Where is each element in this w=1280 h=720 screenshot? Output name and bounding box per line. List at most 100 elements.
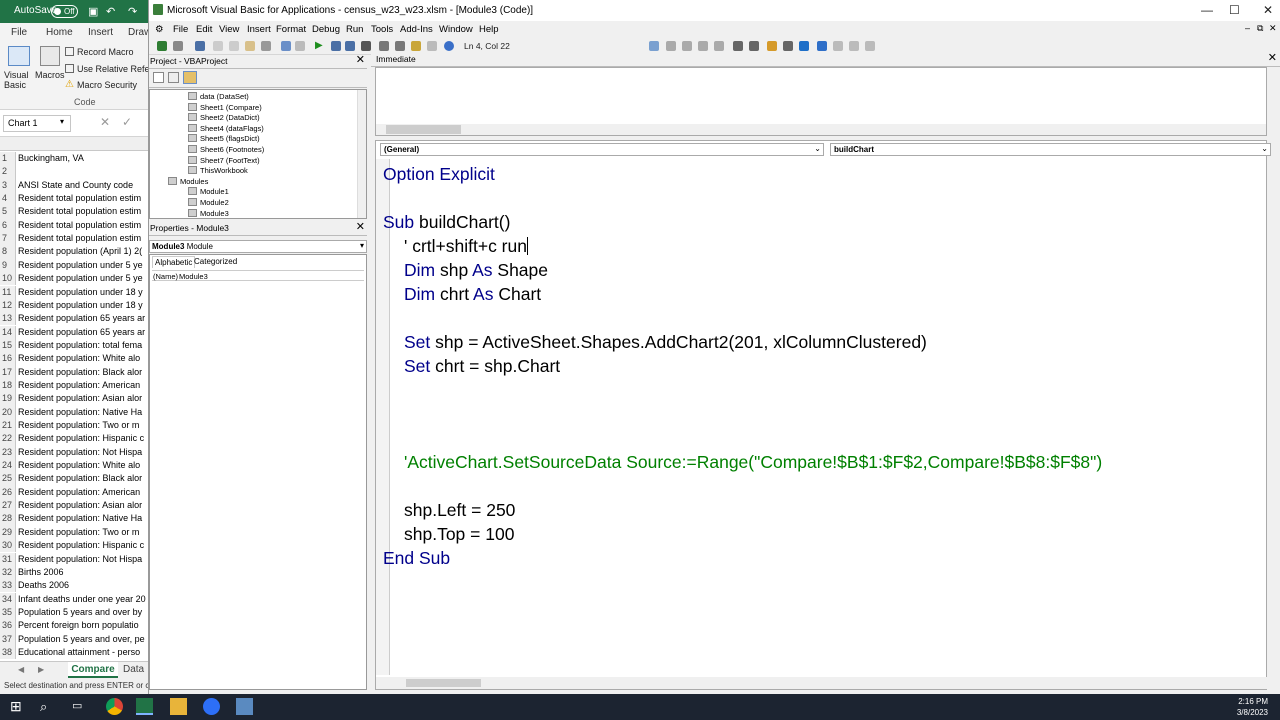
sheet-tab-compare[interactable]: Compare: [68, 662, 118, 678]
worksheet-row[interactable]: 29 Resident population: Two or m: [0, 525, 148, 540]
worksheet-row[interactable]: 5 Resident total population estim: [0, 205, 148, 219]
search-icon[interactable]: ⌕: [40, 698, 57, 715]
object-browser-icon[interactable]: [411, 41, 421, 51]
chevron-down-icon[interactable]: ▾: [360, 241, 364, 250]
cell-a[interactable]: Resident population: Not Hispa: [16, 554, 142, 564]
uncomment-block-icon[interactable]: [799, 41, 809, 51]
worksheet-grid[interactable]: 1 Buckingham, VA 2 3 ANSI State and County c…: [0, 137, 148, 661]
worksheet-row[interactable]: 4 Resident total population estim: [0, 192, 148, 206]
tab-home[interactable]: Home: [46, 27, 73, 38]
cell-a[interactable]: Resident population: Native Ha: [16, 513, 142, 523]
properties-icon[interactable]: [395, 41, 405, 51]
worksheet-row[interactable]: 11 Resident population under 18 y: [0, 285, 148, 299]
comment-block-icon[interactable]: [783, 41, 793, 51]
cell-a[interactable]: Resident population: Native Ha: [16, 407, 142, 417]
tree-scrollbar[interactable]: [357, 90, 366, 218]
tree-node[interactable]: ThisWorkbook: [188, 166, 248, 175]
worksheet-row[interactable]: 31 Resident population: Not Hispa: [0, 552, 148, 566]
view-excel-icon[interactable]: [157, 41, 167, 51]
maximize-icon[interactable]: ☐: [1229, 3, 1240, 17]
worksheet-row[interactable]: 36 Percent foreign born populatio: [0, 619, 148, 633]
worksheet-row[interactable]: 12 Resident population under 18 y: [0, 298, 148, 313]
worksheet-row[interactable]: 9 Resident population under 5 ye: [0, 258, 148, 273]
save-icon[interactable]: ▣: [88, 5, 98, 18]
paste-icon[interactable]: [245, 41, 255, 51]
cell-a[interactable]: Resident population: White alo: [16, 460, 140, 470]
code-vscrollbar[interactable]: [1267, 158, 1279, 678]
file-explorer-icon[interactable]: [170, 698, 187, 715]
code-line[interactable]: Option Explicit: [383, 162, 495, 186]
worksheet-row[interactable]: 15 Resident population: total fema: [0, 338, 148, 353]
visual-basic-icon[interactable]: [8, 46, 30, 66]
worksheet-row[interactable]: 35 Population 5 years and over by: [0, 605, 148, 620]
macros-button[interactable]: Macros: [35, 70, 65, 80]
worksheet-row[interactable]: 3 ANSI State and County code: [0, 178, 148, 192]
worksheet-row[interactable]: 17 Resident population: Black alor: [0, 365, 148, 379]
cancel-icon[interactable]: ✕: [100, 115, 110, 129]
zoom-icon[interactable]: [203, 698, 220, 715]
tree-node[interactable]: Sheet7 (FootText): [188, 155, 260, 165]
worksheet-row[interactable]: 22 Resident population: Hispanic c: [0, 432, 148, 446]
project-explorer-icon[interactable]: [379, 41, 389, 51]
worksheet-row[interactable]: 13 Resident population 65 years ar: [0, 312, 148, 326]
cell-a[interactable]: Educational attainment - perso: [16, 647, 140, 657]
prop-row-name[interactable]: (Name) Module3: [152, 270, 364, 281]
cell-a[interactable]: Infant deaths under one year 20: [16, 594, 146, 604]
view-object-icon[interactable]: [168, 72, 179, 83]
cell-a[interactable]: Resident population 65 years ar: [16, 313, 145, 323]
code-line[interactable]: shp.Top = 100: [404, 522, 514, 546]
cell-a[interactable]: Births 2006: [16, 567, 64, 577]
minimize-icon[interactable]: —: [1201, 3, 1213, 17]
scroll-thumb[interactable]: [386, 125, 461, 134]
save-icon[interactable]: [195, 41, 205, 51]
project-tree[interactable]: data (DataSet) Sheet1 (Compare) Sheet2 (Da…: [149, 89, 367, 219]
excel-taskbar-icon[interactable]: [136, 698, 153, 715]
worksheet-row[interactable]: 19 Resident population: Asian alor: [0, 392, 148, 406]
worksheet-row[interactable]: 30 Resident population: Hispanic c: [0, 539, 148, 553]
worksheet-row[interactable]: 2: [0, 165, 148, 179]
code-editor[interactable]: Option Explicit Sub buildChart() ' crtl+sh…: [383, 159, 1268, 665]
clear-bookmarks-icon[interactable]: [865, 41, 875, 51]
code-line[interactable]: ' crtl+shift+c run: [404, 234, 528, 258]
copy-icon[interactable]: [229, 41, 239, 51]
menu-edit[interactable]: Edit: [196, 24, 212, 35]
sheet-tab-data[interactable]: Data: [123, 664, 144, 675]
cell-a[interactable]: Resident population: Not Hispa: [16, 447, 142, 457]
cell-a[interactable]: Resident total population estim: [16, 193, 141, 203]
chevron-down-icon[interactable]: ⌄: [814, 144, 821, 153]
outdent-icon[interactable]: [733, 41, 743, 51]
indent-icon[interactable]: [749, 41, 759, 51]
next-bookmark-icon[interactable]: [833, 41, 843, 51]
menu-view[interactable]: View: [219, 24, 239, 35]
insert-module-icon[interactable]: [173, 41, 183, 51]
edit-toolbar-icon-5[interactable]: [714, 41, 724, 51]
menu-file[interactable]: File: [173, 24, 188, 35]
cell-a[interactable]: Resident population under 5 ye: [16, 273, 143, 283]
menu-tools[interactable]: Tools: [371, 24, 393, 35]
tree-node[interactable]: Module3: [188, 208, 229, 218]
cell-a[interactable]: Resident population: Hispanic c: [16, 540, 144, 550]
edit-toolbar-icon-3[interactable]: [682, 41, 692, 51]
object-dropdown[interactable]: (General) ⌄: [380, 143, 824, 156]
next-sheet-icon[interactable]: ▶: [38, 665, 44, 674]
cell-a[interactable]: Resident total population estim: [16, 206, 141, 216]
immediate-hscrollbar[interactable]: [376, 124, 1266, 135]
tree-node[interactable]: data (DataSet): [188, 92, 249, 101]
tab-categorized[interactable]: Categorized: [194, 257, 237, 266]
cell-a[interactable]: Resident population under 18 y: [16, 300, 143, 310]
menu-window[interactable]: Window: [439, 24, 473, 35]
chevron-down-icon[interactable]: ▾: [60, 117, 64, 126]
worksheet-row[interactable]: 26 Resident population: American: [0, 485, 148, 500]
view-code-icon[interactable]: [153, 72, 164, 83]
code-line[interactable]: Set chrt = shp.Chart: [404, 354, 560, 378]
tree-node[interactable]: Modules: [168, 176, 208, 186]
code-line[interactable]: Dim shp As Shape: [404, 258, 548, 282]
code-line[interactable]: Dim chrt As Chart: [404, 282, 541, 306]
visual-basic-button[interactable]: Visual Basic: [4, 70, 38, 90]
cell-a[interactable]: Resident population: Two or m: [16, 527, 139, 537]
cell-a[interactable]: Resident population: American: [16, 380, 140, 390]
procedure-dropdown[interactable]: buildChart ⌄: [830, 143, 1271, 156]
code-line[interactable]: Sub buildChart(): [383, 210, 510, 234]
worksheet-row[interactable]: 16 Resident population: White alo: [0, 352, 148, 366]
worksheet-row[interactable]: 34 Infant deaths under one year 20: [0, 592, 148, 606]
